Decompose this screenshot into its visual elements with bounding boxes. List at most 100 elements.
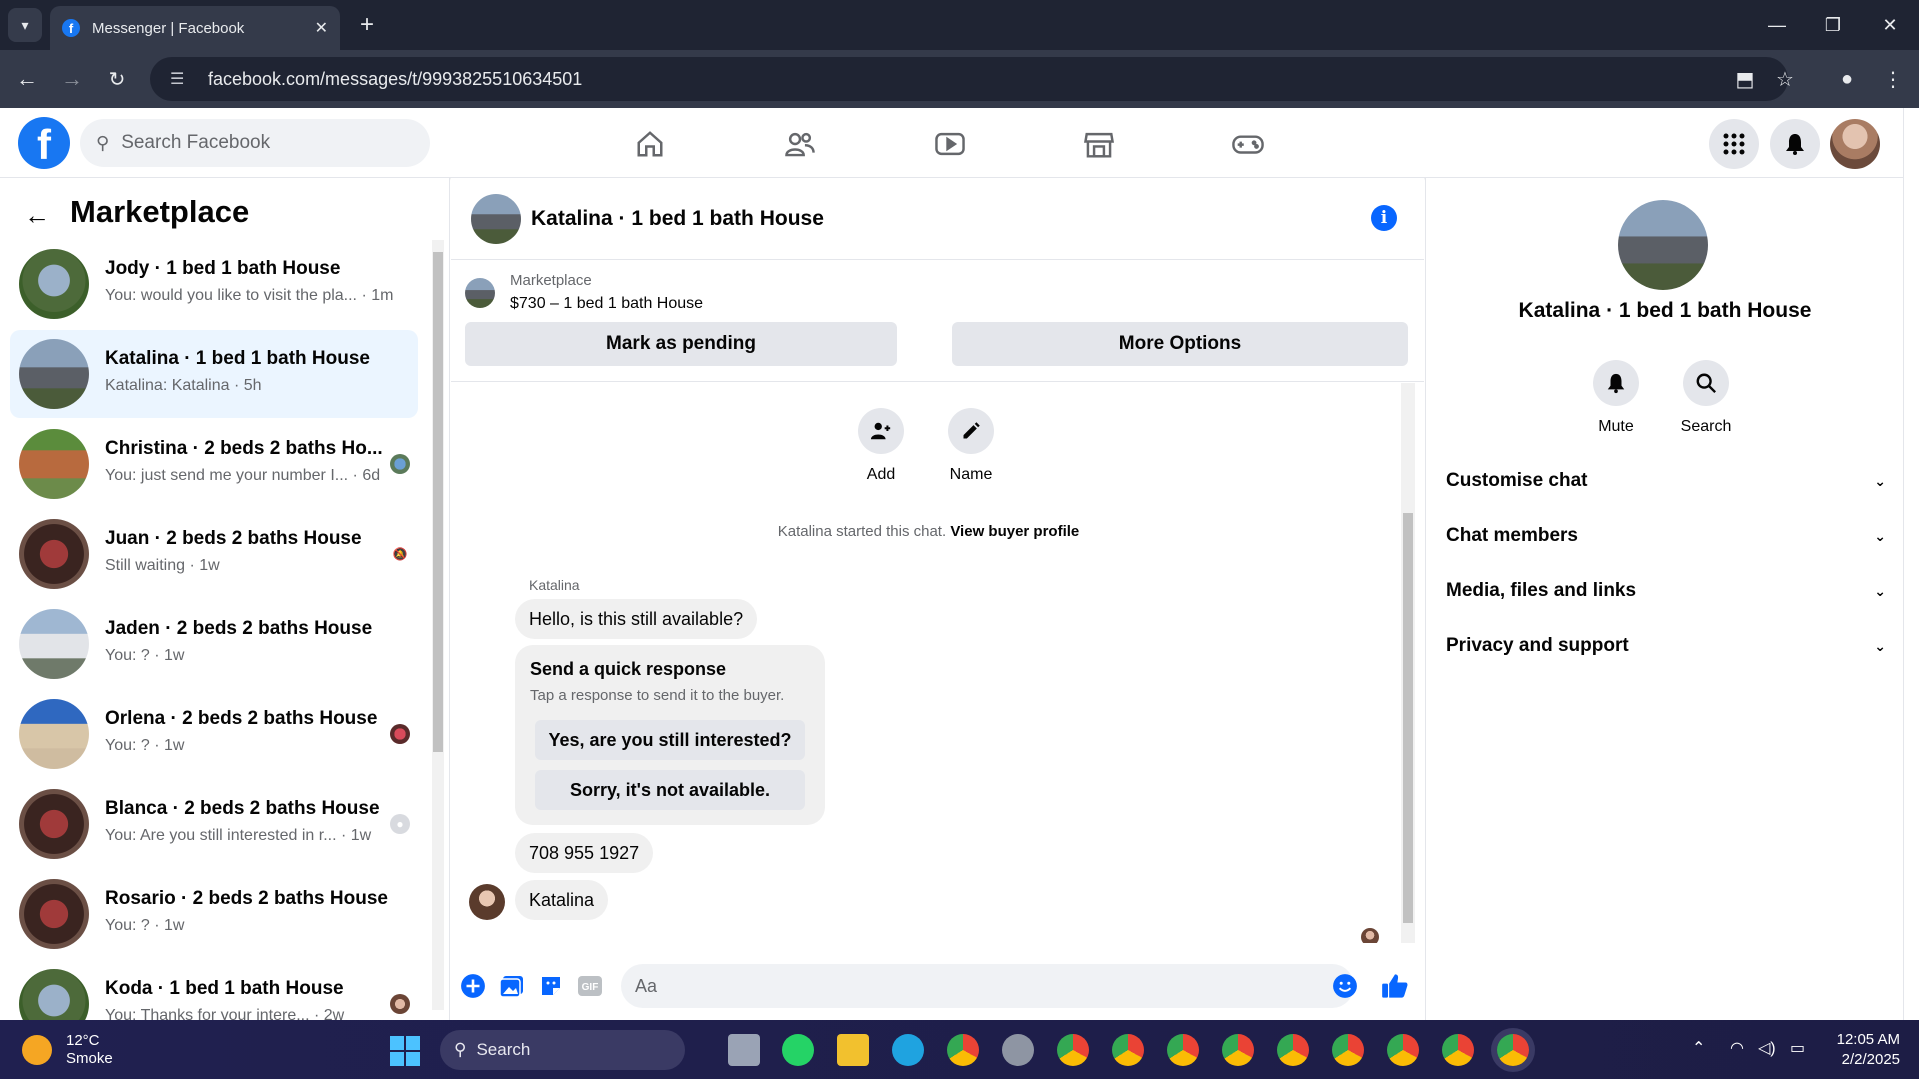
chat-title[interactable]: Katalina · 1 bed 1 bath House xyxy=(531,207,824,231)
address-bar[interactable]: ☰ facebook.com/messages/t/99938255106345… xyxy=(150,57,1788,101)
name-label: Name xyxy=(949,466,993,483)
listing-price[interactable]: $730 – 1 bed 1 bath House xyxy=(510,295,703,313)
menu-grid-icon[interactable] xyxy=(1709,119,1759,169)
thread-scrollbar[interactable] xyxy=(1401,383,1415,943)
quick-reply-interested-button[interactable]: Yes, are you still interested? xyxy=(535,720,805,760)
chrome-profile-icon[interactable] xyxy=(1387,1034,1419,1066)
video-icon[interactable] xyxy=(928,122,972,166)
customise-chat-section[interactable]: Customise chat ⌄ xyxy=(1446,461,1886,501)
chat-members-section[interactable]: Chat members ⌄ xyxy=(1446,516,1886,556)
chrome-profile-icon[interactable] xyxy=(1277,1034,1309,1066)
battery-icon[interactable]: ▭ xyxy=(1790,1038,1805,1058)
sidebar-title: Marketplace xyxy=(70,194,250,229)
conversation-list-scrollbar[interactable] xyxy=(432,240,444,1010)
view-buyer-profile-link[interactable]: View buyer profile xyxy=(950,523,1079,540)
conversation-item-katalina[interactable]: Katalina · 1 bed 1 bath House Katalina: … xyxy=(10,330,418,418)
tab-search-button[interactable]: ▾ xyxy=(8,8,42,42)
site-info-icon[interactable]: ☰ xyxy=(170,69,192,89)
tray-overflow-icon[interactable]: ⌃ xyxy=(1692,1038,1705,1058)
mute-action[interactable]: Mute xyxy=(1576,360,1656,436)
taskbar-clock[interactable]: 12:05 AM 2/2/2025 xyxy=(1820,1030,1900,1070)
facebook-search-input[interactable]: ⚲ Search Facebook xyxy=(80,119,430,167)
back-arrow-icon[interactable]: ← xyxy=(24,200,50,231)
conversation-item-jaden[interactable]: Jaden · 2 beds 2 baths House You: ? · 1w xyxy=(10,600,418,688)
browser-tab[interactable]: f Messenger | Facebook ✕ xyxy=(50,6,340,50)
file-explorer-icon[interactable] xyxy=(837,1034,869,1066)
account-avatar[interactable] xyxy=(1830,119,1880,169)
section-label: Media, files and links xyxy=(1446,580,1637,601)
gaming-icon[interactable] xyxy=(1226,122,1270,166)
profile-icon[interactable]: ● xyxy=(1832,64,1862,94)
more-options-button[interactable]: More Options xyxy=(952,322,1408,366)
quick-reply-not-available-button[interactable]: Sorry, it's not available. xyxy=(535,770,805,810)
conversation-item-rosario[interactable]: Rosario · 2 beds 2 baths House You: ? · … xyxy=(10,870,418,958)
scrollbar-thumb[interactable] xyxy=(433,252,443,752)
details-avatar[interactable] xyxy=(1618,200,1708,290)
message-bubble[interactable]: Hello, is this still available? xyxy=(515,599,758,639)
bookmark-star-icon[interactable]: ☆ xyxy=(1770,64,1800,94)
home-icon[interactable] xyxy=(628,122,672,166)
marketplace-icon[interactable] xyxy=(1077,122,1121,166)
taskbar-search[interactable]: ⚲ Search xyxy=(440,1030,685,1070)
message-bubble[interactable]: Katalina xyxy=(515,880,609,920)
gif-icon[interactable]: GIF xyxy=(576,972,604,1000)
chrome-profile-icon[interactable] xyxy=(1442,1034,1474,1066)
edge-icon[interactable] xyxy=(892,1034,924,1066)
close-window-button[interactable]: ✕ xyxy=(1870,10,1910,40)
scrollbar-thumb[interactable] xyxy=(1403,513,1413,923)
message-bubble[interactable]: 708 955 1927 xyxy=(515,833,654,873)
windows-start-icon[interactable] xyxy=(390,1036,420,1066)
volume-icon[interactable]: ◁) xyxy=(1758,1038,1776,1058)
chat-avatar[interactable] xyxy=(471,194,521,244)
name-chat-action[interactable]: Name xyxy=(941,408,1001,484)
listing-thumbnail[interactable] xyxy=(465,278,495,308)
message-input[interactable] xyxy=(621,964,1354,1008)
conversation-item-jody[interactable]: Jody · 1 bed 1 bath House You: would you… xyxy=(10,240,418,328)
chrome-profile-icon[interactable] xyxy=(1332,1034,1364,1066)
friends-icon[interactable] xyxy=(778,122,822,166)
chrome-profile-icon[interactable] xyxy=(1057,1034,1089,1066)
chrome-icon[interactable] xyxy=(947,1034,979,1066)
forward-button[interactable]: → xyxy=(57,64,87,94)
notifications-bell-icon[interactable] xyxy=(1770,119,1820,169)
restore-button[interactable]: ❐ xyxy=(1813,10,1853,40)
weather-widget[interactable]: 12°C Smoke xyxy=(22,1032,113,1068)
chrome-menu-icon[interactable]: ⋮ xyxy=(1878,64,1908,94)
listing-thumbnail xyxy=(19,429,89,499)
privacy-support-section[interactable]: Privacy and support ⌄ xyxy=(1446,626,1886,666)
wifi-icon[interactable]: ◠ xyxy=(1730,1038,1744,1058)
like-thumb-icon[interactable] xyxy=(1381,972,1409,1000)
whatsapp-icon[interactable] xyxy=(782,1034,814,1066)
mark-as-pending-button[interactable]: Mark as pending xyxy=(465,322,897,366)
new-tab-button[interactable]: + xyxy=(352,10,382,40)
conversation-item-orlena[interactable]: Orlena · 2 beds 2 baths House You: ? · 1… xyxy=(10,690,418,778)
conversation-item-christina[interactable]: Christina · 2 beds 2 baths Ho... You: ju… xyxy=(10,420,418,508)
tab-close-icon[interactable]: ✕ xyxy=(315,18,328,38)
install-app-icon[interactable]: ⬒ xyxy=(1730,64,1760,94)
search-in-chat-action[interactable]: Search xyxy=(1666,360,1746,436)
settings-gear-icon[interactable] xyxy=(1002,1034,1034,1066)
search-placeholder: Search Facebook xyxy=(121,132,271,153)
conversation-item-koda[interactable]: Koda · 1 bed 1 bath House You: Thanks fo… xyxy=(10,960,418,1020)
add-people-action[interactable]: Add xyxy=(851,408,911,484)
conversation-item-juan[interactable]: Juan · 2 beds 2 baths House Still waitin… xyxy=(10,510,418,598)
sender-avatar[interactable] xyxy=(469,884,505,920)
emoji-icon[interactable] xyxy=(1331,972,1359,1000)
back-button[interactable]: ← xyxy=(12,64,42,94)
media-files-links-section[interactable]: Media, files and links ⌄ xyxy=(1446,571,1886,611)
chrome-profile-icon[interactable] xyxy=(1222,1034,1254,1066)
task-view-icon[interactable] xyxy=(728,1034,760,1066)
reload-button[interactable]: ↻ xyxy=(102,64,132,94)
chrome-active-icon[interactable] xyxy=(1497,1034,1529,1066)
chrome-profile-icon[interactable] xyxy=(1167,1034,1199,1066)
sticker-icon[interactable] xyxy=(537,972,565,1000)
facebook-logo[interactable]: f xyxy=(18,117,70,169)
plus-circle-icon[interactable] xyxy=(459,972,487,1000)
conversation-name: Rosario · 2 beds 2 baths House xyxy=(105,888,388,909)
photo-icon[interactable] xyxy=(498,972,526,1000)
page-scrollbar[interactable] xyxy=(1903,108,1919,1020)
chrome-profile-icon[interactable] xyxy=(1112,1034,1144,1066)
minimize-button[interactable]: — xyxy=(1757,10,1797,40)
conversation-item-blanca[interactable]: Blanca · 2 beds 2 baths House You: Are y… xyxy=(10,780,418,868)
conversation-info-icon[interactable]: i xyxy=(1371,205,1397,231)
